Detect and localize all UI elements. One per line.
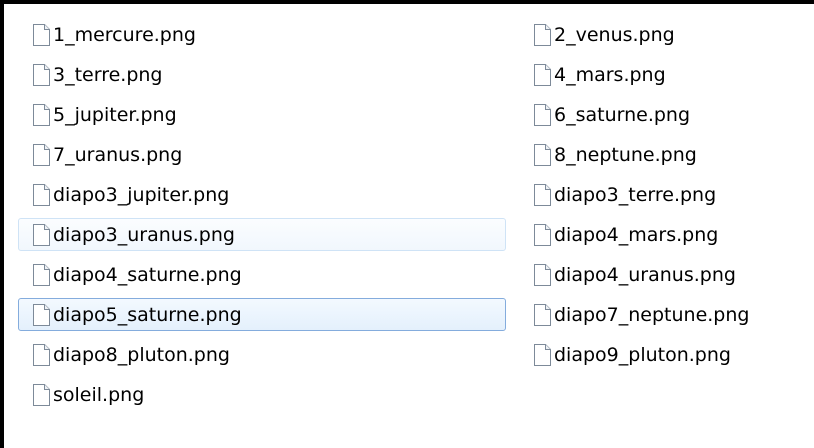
file-name: diapo3_terre.png xyxy=(554,183,717,206)
document-icon xyxy=(33,223,50,246)
file-item[interactable]: 2_venus.png xyxy=(519,18,809,51)
file-explorer-window: 1_mercure.png 3_terre.png 5_jupiter.png … xyxy=(0,0,814,448)
document-icon xyxy=(534,263,551,286)
document-icon xyxy=(534,63,551,86)
document-icon xyxy=(33,343,50,366)
document-icon xyxy=(534,143,551,166)
document-icon xyxy=(33,23,50,46)
file-item[interactable]: 3_terre.png xyxy=(18,58,506,91)
document-icon xyxy=(534,343,551,366)
file-item[interactable]: diapo7_neptune.png xyxy=(519,298,809,331)
document-icon xyxy=(33,263,50,286)
file-item[interactable]: diapo9_pluton.png xyxy=(519,338,809,371)
file-column-left: 1_mercure.png 3_terre.png 5_jupiter.png … xyxy=(18,18,506,418)
document-icon xyxy=(534,303,551,326)
file-name: soleil.png xyxy=(53,383,145,406)
file-name: 2_venus.png xyxy=(554,23,675,46)
file-item[interactable]: diapo4_saturne.png xyxy=(18,258,506,291)
file-item[interactable]: diapo8_pluton.png xyxy=(18,338,506,371)
document-icon xyxy=(33,103,50,126)
document-icon xyxy=(33,143,50,166)
file-item[interactable]: 8_neptune.png xyxy=(519,138,809,171)
file-name: diapo4_mars.png xyxy=(554,223,719,246)
file-name: diapo9_pluton.png xyxy=(554,343,731,366)
file-item[interactable]: diapo3_terre.png xyxy=(519,178,809,211)
file-item-hovered[interactable]: diapo3_uranus.png xyxy=(18,218,506,251)
file-name: diapo4_uranus.png xyxy=(554,263,736,286)
file-item[interactable]: 4_mars.png xyxy=(519,58,809,91)
document-icon xyxy=(33,383,50,406)
document-icon xyxy=(534,183,551,206)
file-list-pane: 1_mercure.png 3_terre.png 5_jupiter.png … xyxy=(4,4,814,448)
document-icon xyxy=(33,303,50,326)
file-item[interactable]: 5_jupiter.png xyxy=(18,98,506,131)
file-item[interactable]: diapo3_jupiter.png xyxy=(18,178,506,211)
document-icon xyxy=(534,23,551,46)
file-name: diapo8_pluton.png xyxy=(53,343,230,366)
file-name: 6_saturne.png xyxy=(554,103,691,126)
file-name: diapo7_neptune.png xyxy=(554,303,750,326)
file-item[interactable]: 1_mercure.png xyxy=(18,18,506,51)
file-item[interactable]: 7_uranus.png xyxy=(18,138,506,171)
file-item[interactable]: diapo4_uranus.png xyxy=(519,258,809,291)
file-item[interactable]: soleil.png xyxy=(18,378,506,411)
file-name: diapo3_jupiter.png xyxy=(53,183,230,206)
document-icon xyxy=(33,63,50,86)
file-name: 8_neptune.png xyxy=(554,143,697,166)
file-name: diapo3_uranus.png xyxy=(53,223,235,246)
file-name: 3_terre.png xyxy=(53,63,163,86)
file-column-right: 2_venus.png 4_mars.png 6_saturne.png 8_n… xyxy=(519,18,809,378)
file-item[interactable]: 6_saturne.png xyxy=(519,98,809,131)
document-icon xyxy=(33,183,50,206)
document-icon xyxy=(534,223,551,246)
file-name: diapo5_saturne.png xyxy=(53,303,242,326)
file-item-selected[interactable]: diapo5_saturne.png xyxy=(18,298,506,331)
file-name: 1_mercure.png xyxy=(53,23,196,46)
file-name: 5_jupiter.png xyxy=(53,103,177,126)
file-name: 4_mars.png xyxy=(554,63,666,86)
file-name: 7_uranus.png xyxy=(53,143,183,166)
file-name: diapo4_saturne.png xyxy=(53,263,242,286)
file-item[interactable]: diapo4_mars.png xyxy=(519,218,809,251)
document-icon xyxy=(534,103,551,126)
